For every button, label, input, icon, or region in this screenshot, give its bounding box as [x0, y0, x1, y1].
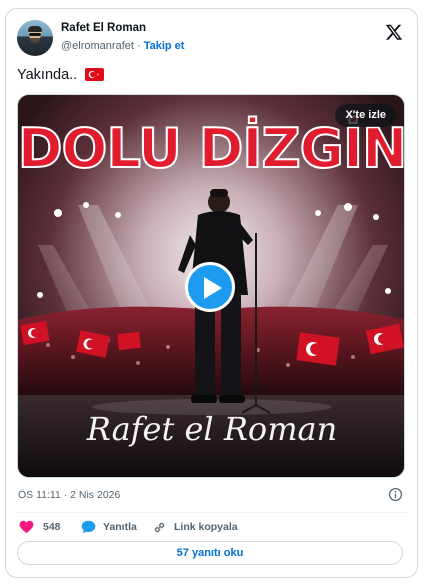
watch-on-x-button[interactable]: X'te izle	[335, 104, 396, 127]
like-count: 548	[43, 521, 61, 533]
x-logo-icon[interactable]	[385, 23, 403, 41]
action-bar: 548 Yanıtla Link kopyala	[17, 517, 406, 539]
link-icon	[154, 522, 165, 532]
avatar[interactable]	[17, 20, 53, 56]
heart-icon	[19, 520, 34, 534]
follow-button[interactable]: Takip et	[144, 40, 185, 52]
author-handle[interactable]: @elromanrafet	[61, 40, 134, 52]
tweet-timestamp[interactable]: ÖS 11:11 · 2 Nis 2026	[18, 489, 120, 501]
play-button[interactable]	[185, 262, 235, 312]
tweet-card: Rafet El Roman @elromanrafet · Takip et …	[5, 8, 418, 578]
tweet-text-content: Yakında..	[17, 67, 78, 83]
tweet-text: Yakında..	[17, 67, 105, 83]
play-icon	[204, 277, 222, 299]
video-media[interactable]: DOLU DİZGİN Rafet el Roman X'te izle	[17, 94, 405, 478]
copy-link-label: Link kopyala	[174, 521, 238, 533]
meta-separator: ·	[133, 40, 144, 52]
like-button[interactable]: 548	[19, 517, 61, 537]
reply-label: Yanıtla	[103, 521, 137, 533]
author-name[interactable]: Rafet El Roman	[61, 22, 146, 34]
divider	[17, 512, 406, 513]
tweet-header: Rafet El Roman @elromanrafet · Takip et	[17, 19, 405, 59]
author-meta: @elromanrafet · Takip et	[61, 40, 184, 52]
poster-signature: Rafet el Roman	[86, 410, 337, 448]
reply-button[interactable]: Yanıtla	[81, 517, 137, 537]
turkey-flag-icon	[85, 68, 105, 81]
read-replies-button[interactable]: 57 yanıtı oku	[17, 541, 403, 565]
info-icon[interactable]	[388, 487, 403, 502]
copy-link-button[interactable]: Link kopyala	[152, 517, 238, 537]
speech-bubble-icon	[81, 520, 96, 534]
